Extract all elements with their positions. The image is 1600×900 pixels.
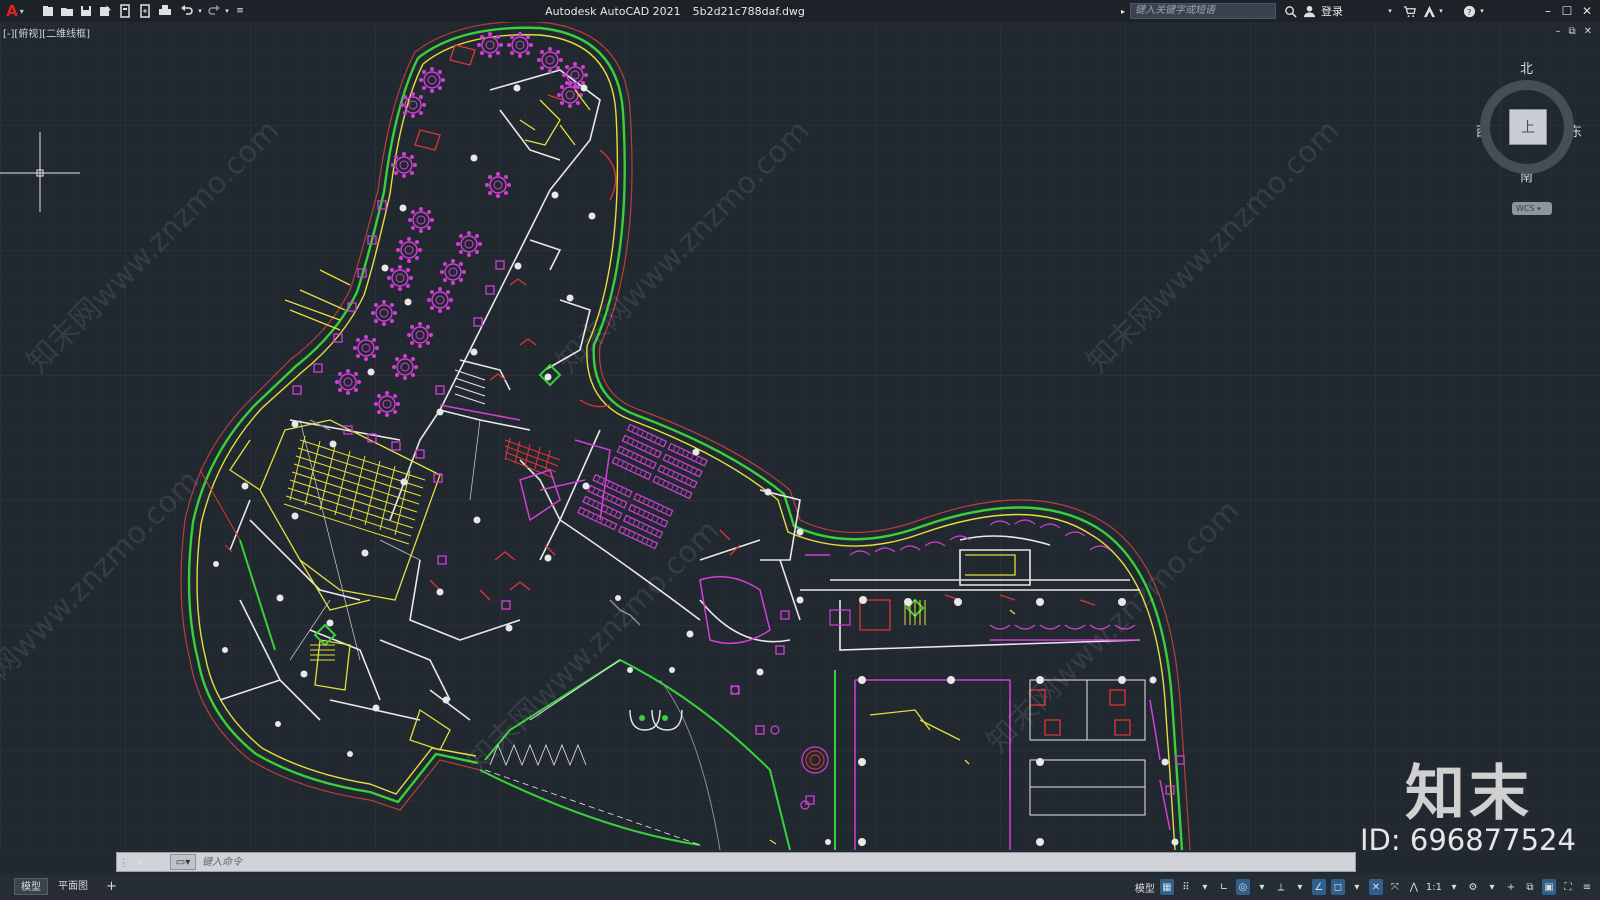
workspace-dropdown-icon[interactable]: ▾ xyxy=(1485,879,1499,895)
user-icon[interactable] xyxy=(1302,3,1316,19)
title-bar: A ▾ ▾ ▾ ≡ Autodesk AutoCAD 2021 5b2d21c78… xyxy=(0,0,1600,22)
autocad-window: A ▾ ▾ ▾ ≡ Autodesk AutoCAD 2021 5b2d21c78… xyxy=(0,0,1600,900)
command-close-icon[interactable]: ✕ xyxy=(135,855,145,869)
status-toggles: 模型 ▦ ⠿ ▾ ∟ ◎ ▾ ⟂ ▾ ∠ ◻ ▾ ✕ ⤧ ⋀ 1:1 ▾ ⚙ ▾… xyxy=(1135,878,1594,896)
viewport-window-controls: – ⧉ ✕ xyxy=(1555,26,1592,37)
viewcube-top-face[interactable]: 上 xyxy=(1509,109,1547,145)
annotation-visibility-icon[interactable]: ✕ xyxy=(1368,879,1383,895)
viewport-close-icon[interactable]: ✕ xyxy=(1584,26,1592,37)
cart-icon[interactable] xyxy=(1402,3,1416,19)
brand-watermark: 知末 xyxy=(1405,759,1533,829)
viewport-controls-label[interactable]: [-][俯视][二维线框] xyxy=(3,25,90,40)
command-line-tools: ⋮ ✕ 🔧︎ xyxy=(118,852,170,872)
auto-scale-icon[interactable]: ⤧ xyxy=(1388,879,1402,895)
add-layout-button[interactable]: + xyxy=(100,878,123,895)
ortho-mode-icon[interactable]: ∟ xyxy=(1217,879,1231,895)
svg-text:?: ? xyxy=(1466,7,1470,17)
object-snap-dropdown-icon[interactable]: ▾ xyxy=(1350,879,1364,895)
help-dropdown-icon[interactable]: ▾ xyxy=(1478,3,1486,19)
snap-mode-icon[interactable]: ⠿ xyxy=(1179,879,1193,895)
autodesk-a360-icon[interactable] xyxy=(1422,3,1436,19)
command-customize-icon[interactable]: 🔧︎ xyxy=(151,855,166,869)
wcs-label: WCS xyxy=(1516,204,1535,213)
tab-layout[interactable]: 平面图 xyxy=(52,878,94,895)
polar-tracking-icon[interactable]: ◎ xyxy=(1235,879,1250,895)
search-input[interactable]: 键入关键字或短语 xyxy=(1130,3,1276,19)
app-name: Autodesk AutoCAD 2021 xyxy=(545,4,681,18)
isodraft-dropdown-icon[interactable]: ▾ xyxy=(1293,879,1307,895)
scale-dropdown-icon[interactable]: ▾ xyxy=(1447,879,1461,895)
annotation-scale-icon[interactable]: ⋀ xyxy=(1407,879,1421,895)
close-icon[interactable]: ✕ xyxy=(1578,2,1596,20)
crosshair-cursor xyxy=(0,132,80,212)
viewport-restore-icon[interactable]: ⧉ xyxy=(1568,26,1575,37)
a360-dropdown-icon[interactable]: ▾ xyxy=(1437,3,1445,19)
viewcube-north[interactable]: 北 xyxy=(1520,58,1533,77)
command-input[interactable] xyxy=(198,853,1348,871)
file-name: 5b2d21c788daf.dwg xyxy=(692,4,805,18)
workspace-gear-icon[interactable]: ⚙ xyxy=(1466,879,1480,895)
isodraft-icon[interactable]: ⟂ xyxy=(1274,879,1288,895)
search-icon[interactable] xyxy=(1283,3,1297,19)
units-icon[interactable]: ⧉ xyxy=(1523,879,1537,895)
viewport-minimize-icon[interactable]: – xyxy=(1555,26,1560,37)
annotation-monitor-icon[interactable]: + xyxy=(1504,879,1518,895)
login-dropdown-icon[interactable]: ▾ xyxy=(1386,3,1394,19)
help-icon[interactable]: ? xyxy=(1462,3,1476,19)
polar-dropdown-icon[interactable]: ▾ xyxy=(1255,879,1269,895)
login-link[interactable]: 登录 xyxy=(1318,3,1346,19)
clean-screen-icon[interactable]: ⛶ xyxy=(1561,879,1575,895)
object-snap-icon[interactable]: ◻ xyxy=(1330,879,1345,895)
quick-properties-icon[interactable]: ▣ xyxy=(1542,879,1556,895)
grid-display-icon[interactable]: ▦ xyxy=(1159,879,1174,895)
snap-dropdown-icon[interactable]: ▾ xyxy=(1198,879,1212,895)
customization-menu-icon[interactable]: ≡ xyxy=(1580,879,1594,895)
object-snap-tracking-icon[interactable]: ∠ xyxy=(1311,879,1326,895)
floor-plan-drawing xyxy=(0,22,1600,852)
status-bar: 模型 平面图 + 模型 ▦ ⠿ ▾ ∟ ◎ ▾ ⟂ ▾ ∠ ◻ ▾ ✕ ⤧ ⋀ … xyxy=(0,874,1600,900)
maximize-icon[interactable]: ☐ xyxy=(1558,2,1576,20)
expand-search-icon[interactable]: ▸ xyxy=(1118,3,1128,19)
recent-commands-icon[interactable]: ▭▾ xyxy=(170,854,196,870)
command-grip-icon[interactable]: ⋮ xyxy=(118,856,129,869)
viewcube[interactable]: 北 南 西 东 上 WCS ▾ xyxy=(1476,58,1586,218)
minimize-icon[interactable]: – xyxy=(1539,2,1557,20)
id-watermark: ID: 696877524 xyxy=(1360,823,1576,857)
model-space-button[interactable]: 模型 xyxy=(1135,879,1155,895)
wcs-menu-button[interactable]: WCS ▾ xyxy=(1512,202,1552,215)
tab-model[interactable]: 模型 xyxy=(14,878,48,895)
drawing-viewport[interactable]: [-][俯视][二维线框] – ⧉ ✕ 北 南 西 东 上 WCS ▾ xyxy=(0,22,1600,852)
annotation-scale-value[interactable]: 1:1 xyxy=(1426,879,1442,895)
